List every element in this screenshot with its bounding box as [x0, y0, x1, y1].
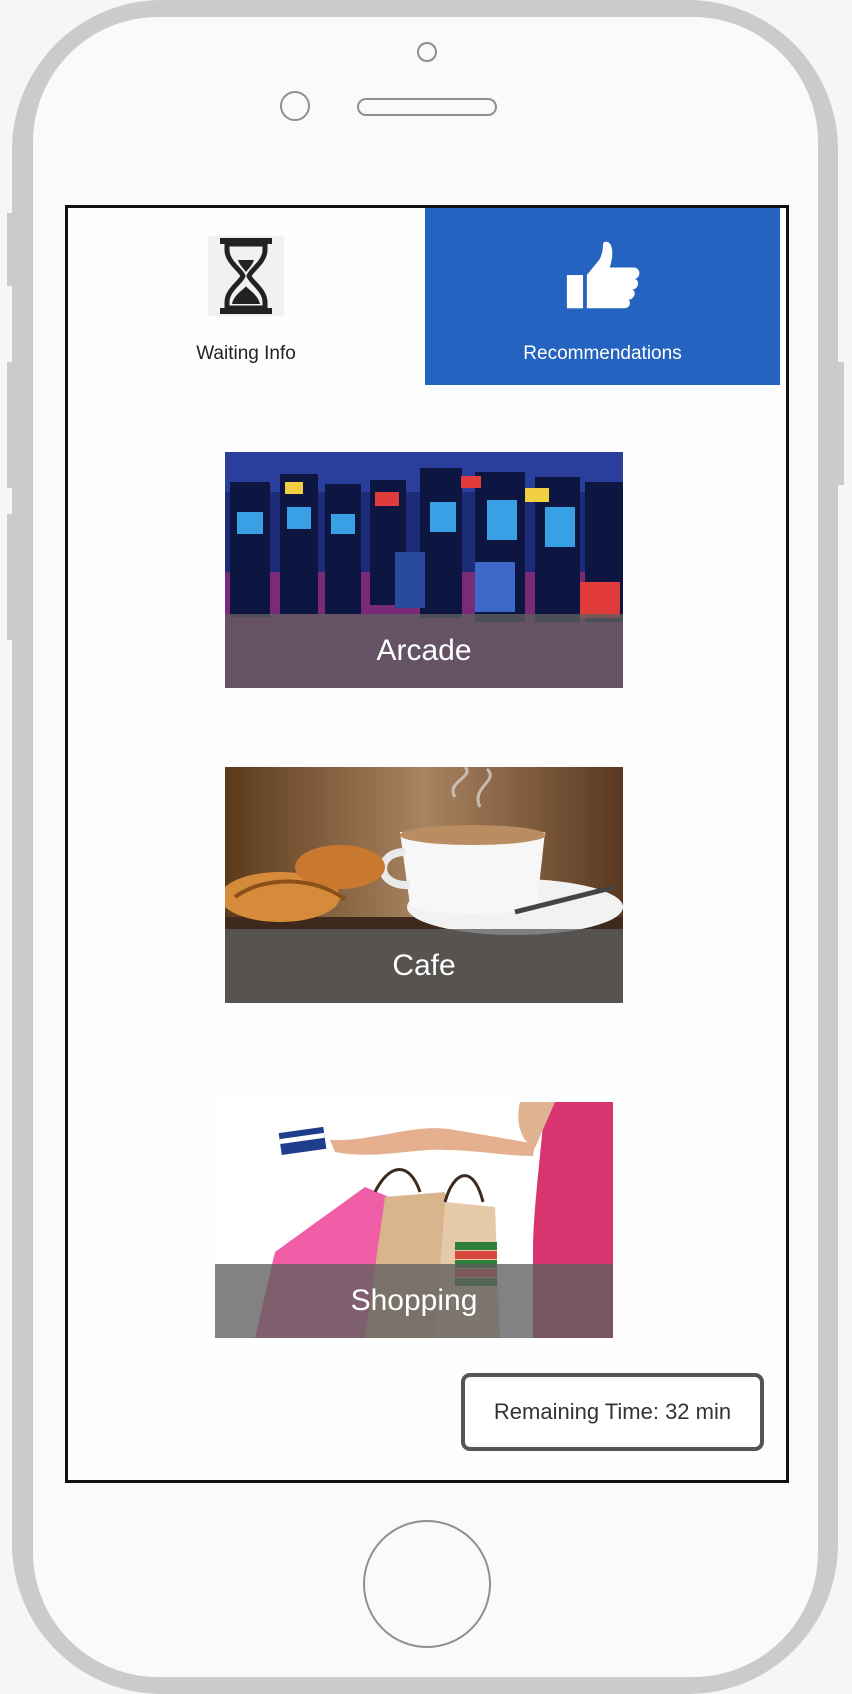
tab-recommendations[interactable]: Recommendations	[425, 208, 780, 385]
cafe-label: Cafe	[392, 949, 456, 982]
power-button	[838, 362, 844, 485]
recommendation-card-cafe[interactable]: Cafe	[225, 767, 623, 1003]
home-button[interactable]	[363, 1520, 491, 1648]
recommendation-card-shopping[interactable]: Shopping	[215, 1102, 613, 1338]
tab-recommendations-label: Recommendations	[523, 343, 682, 364]
tab-waiting-info[interactable]: Waiting Info	[68, 208, 424, 385]
app-screen: Waiting Info Recommendations Arcade Cafe…	[65, 205, 789, 1483]
proximity-sensor	[417, 42, 437, 62]
shopping-label: Shopping	[350, 1284, 478, 1317]
thumbs-up-icon	[565, 236, 641, 316]
recommendation-card-arcade[interactable]: Arcade	[225, 452, 623, 688]
remaining-time-text: Remaining Time: 32 min	[493, 1399, 732, 1424]
tab-waiting-info-label: Waiting Info	[196, 343, 296, 364]
arcade-label: Arcade	[376, 634, 472, 667]
front-camera	[280, 91, 310, 121]
tab-bar: Waiting Info Recommendations	[68, 208, 786, 385]
earpiece-speaker	[357, 98, 497, 116]
volume-down-button	[7, 514, 13, 640]
silent-switch	[7, 213, 13, 286]
volume-up-button	[7, 362, 13, 488]
remaining-time-tooltip: Remaining Time: 32 min	[461, 1373, 764, 1451]
hourglass-icon	[208, 236, 284, 316]
